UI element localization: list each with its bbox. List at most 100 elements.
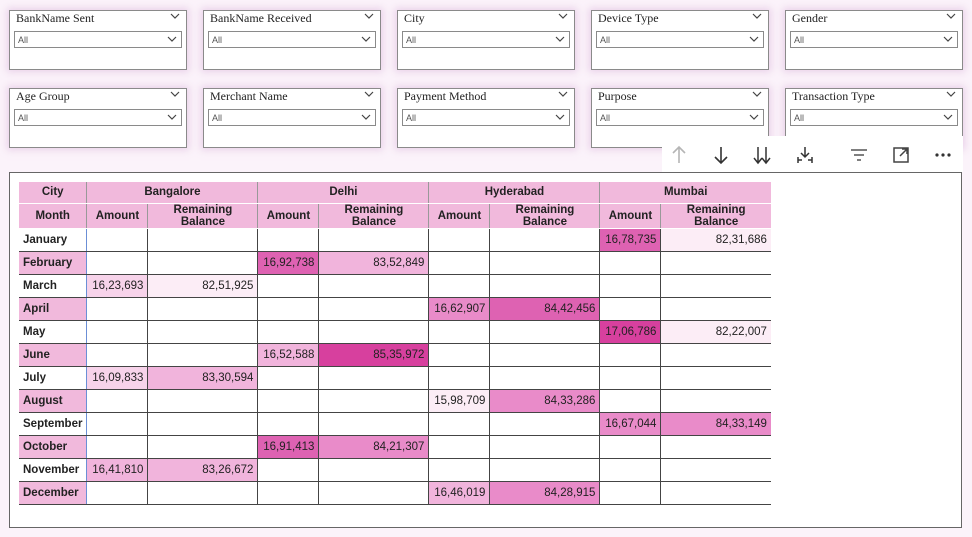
cell-remaining-balance[interactable]: [318, 389, 429, 413]
arrow-up-icon[interactable]: [668, 144, 690, 166]
table-row[interactable]: September 16,67,044 84,33,149: [19, 412, 771, 436]
cell-amount[interactable]: [257, 228, 319, 252]
cell-remaining-balance[interactable]: 84,33,286: [489, 389, 600, 413]
cell-remaining-balance[interactable]: 84,21,307: [318, 435, 429, 459]
cell-amount[interactable]: [428, 435, 490, 459]
cell-amount[interactable]: [599, 389, 661, 413]
slicer-dropdown[interactable]: All: [402, 31, 570, 48]
chevron-down-icon[interactable]: [555, 36, 565, 43]
chevron-down-icon[interactable]: [558, 91, 568, 98]
cell-remaining-balance[interactable]: 83,52,849: [318, 251, 429, 275]
row-header-month[interactable]: September: [19, 412, 87, 436]
cell-remaining-balance[interactable]: [489, 228, 600, 252]
cell-remaining-balance[interactable]: 83,26,672: [147, 458, 258, 482]
column-header-remaining-balance[interactable]: Remaining Balance: [147, 203, 258, 229]
cell-amount[interactable]: 16,23,693: [86, 274, 148, 298]
cell-amount[interactable]: [599, 251, 661, 275]
column-header-remaining-balance[interactable]: Remaining Balance: [318, 203, 429, 229]
cell-amount[interactable]: [428, 412, 490, 436]
cell-remaining-balance[interactable]: [489, 412, 600, 436]
chevron-down-icon[interactable]: [170, 91, 180, 98]
cell-remaining-balance[interactable]: [660, 274, 771, 298]
slicer-dropdown[interactable]: All: [402, 109, 570, 126]
slicer-city[interactable]: City All: [397, 10, 575, 70]
cell-remaining-balance[interactable]: [489, 343, 600, 367]
cell-remaining-balance[interactable]: [318, 458, 429, 482]
row-header-month[interactable]: November: [19, 458, 87, 482]
cell-remaining-balance[interactable]: [660, 458, 771, 482]
cell-amount[interactable]: [86, 251, 148, 275]
table-row[interactable]: June 16,52,588 85,35,972: [19, 343, 771, 367]
cell-amount[interactable]: [257, 274, 319, 298]
slicer-device-type[interactable]: Device Type All: [591, 10, 769, 70]
cell-remaining-balance[interactable]: [147, 320, 258, 344]
slicer-payment-method[interactable]: Payment Method All: [397, 88, 575, 148]
chevron-down-icon[interactable]: [749, 114, 759, 121]
cell-amount[interactable]: [599, 274, 661, 298]
cell-remaining-balance[interactable]: [660, 297, 771, 321]
column-header-amount[interactable]: Amount: [86, 203, 148, 229]
table-row[interactable]: July 16,09,833 83,30,594: [19, 366, 771, 390]
cell-amount[interactable]: [428, 251, 490, 275]
cell-amount[interactable]: [599, 481, 661, 505]
chevron-down-icon[interactable]: [943, 114, 953, 121]
cell-remaining-balance[interactable]: [318, 366, 429, 390]
chevron-down-icon[interactable]: [364, 91, 374, 98]
cell-remaining-balance[interactable]: [318, 297, 429, 321]
row-header-month[interactable]: August: [19, 389, 87, 413]
cell-amount[interactable]: [428, 343, 490, 367]
cell-remaining-balance[interactable]: [318, 274, 429, 298]
row-header-month[interactable]: May: [19, 320, 87, 344]
slicer-bankname-received[interactable]: BankName Received All: [203, 10, 381, 70]
cell-amount[interactable]: 16,92,738: [257, 251, 319, 275]
cell-amount[interactable]: 16,78,735: [599, 228, 661, 252]
cell-remaining-balance[interactable]: [147, 435, 258, 459]
slicer-dropdown[interactable]: All: [790, 109, 958, 126]
cell-amount[interactable]: 17,06,786: [599, 320, 661, 344]
double-arrow-down-icon[interactable]: [751, 144, 773, 166]
cell-remaining-balance[interactable]: [147, 297, 258, 321]
chevron-down-icon[interactable]: [943, 36, 953, 43]
cell-amount[interactable]: 16,62,907: [428, 297, 490, 321]
cell-amount[interactable]: [257, 481, 319, 505]
cell-amount[interactable]: 16,46,019: [428, 481, 490, 505]
cell-amount[interactable]: 15,98,709: [428, 389, 490, 413]
chevron-down-icon[interactable]: [361, 114, 371, 121]
cell-amount[interactable]: [257, 320, 319, 344]
table-row[interactable]: April 16,62,907 84,42,456: [19, 297, 771, 321]
cell-amount[interactable]: [428, 366, 490, 390]
slicer-gender[interactable]: Gender All: [785, 10, 963, 70]
cell-amount[interactable]: [428, 320, 490, 344]
cell-remaining-balance[interactable]: 84,33,149: [660, 412, 771, 436]
slicer-dropdown[interactable]: All: [790, 31, 958, 48]
cell-remaining-balance[interactable]: [318, 481, 429, 505]
cell-amount[interactable]: [599, 297, 661, 321]
slicer-dropdown[interactable]: All: [14, 109, 182, 126]
row-header-month[interactable]: December: [19, 481, 87, 505]
cell-remaining-balance[interactable]: 82,31,686: [660, 228, 771, 252]
cell-remaining-balance[interactable]: [147, 389, 258, 413]
column-header-remaining-balance[interactable]: Remaining Balance: [489, 203, 600, 229]
table-row[interactable]: May 17,06,786 82,22,007: [19, 320, 771, 344]
cell-remaining-balance[interactable]: 84,42,456: [489, 297, 600, 321]
cell-amount[interactable]: [86, 320, 148, 344]
column-header-amount[interactable]: Amount: [428, 203, 490, 229]
cell-remaining-balance[interactable]: [147, 228, 258, 252]
cell-amount[interactable]: [86, 389, 148, 413]
expand-hierarchy-icon[interactable]: [794, 144, 816, 166]
chevron-down-icon[interactable]: [361, 36, 371, 43]
cell-remaining-balance[interactable]: [489, 274, 600, 298]
cell-amount[interactable]: [599, 366, 661, 390]
cell-amount[interactable]: 16,91,413: [257, 435, 319, 459]
cell-remaining-balance[interactable]: [318, 320, 429, 344]
cell-amount[interactable]: [257, 412, 319, 436]
cell-amount[interactable]: [599, 343, 661, 367]
cell-remaining-balance[interactable]: [147, 251, 258, 275]
slicer-dropdown[interactable]: All: [208, 31, 376, 48]
cell-remaining-balance[interactable]: [489, 320, 600, 344]
cell-remaining-balance[interactable]: [147, 343, 258, 367]
cell-remaining-balance[interactable]: [660, 435, 771, 459]
row-header-month[interactable]: January: [19, 228, 87, 252]
cell-remaining-balance[interactable]: 84,28,915: [489, 481, 600, 505]
cell-remaining-balance[interactable]: [660, 366, 771, 390]
